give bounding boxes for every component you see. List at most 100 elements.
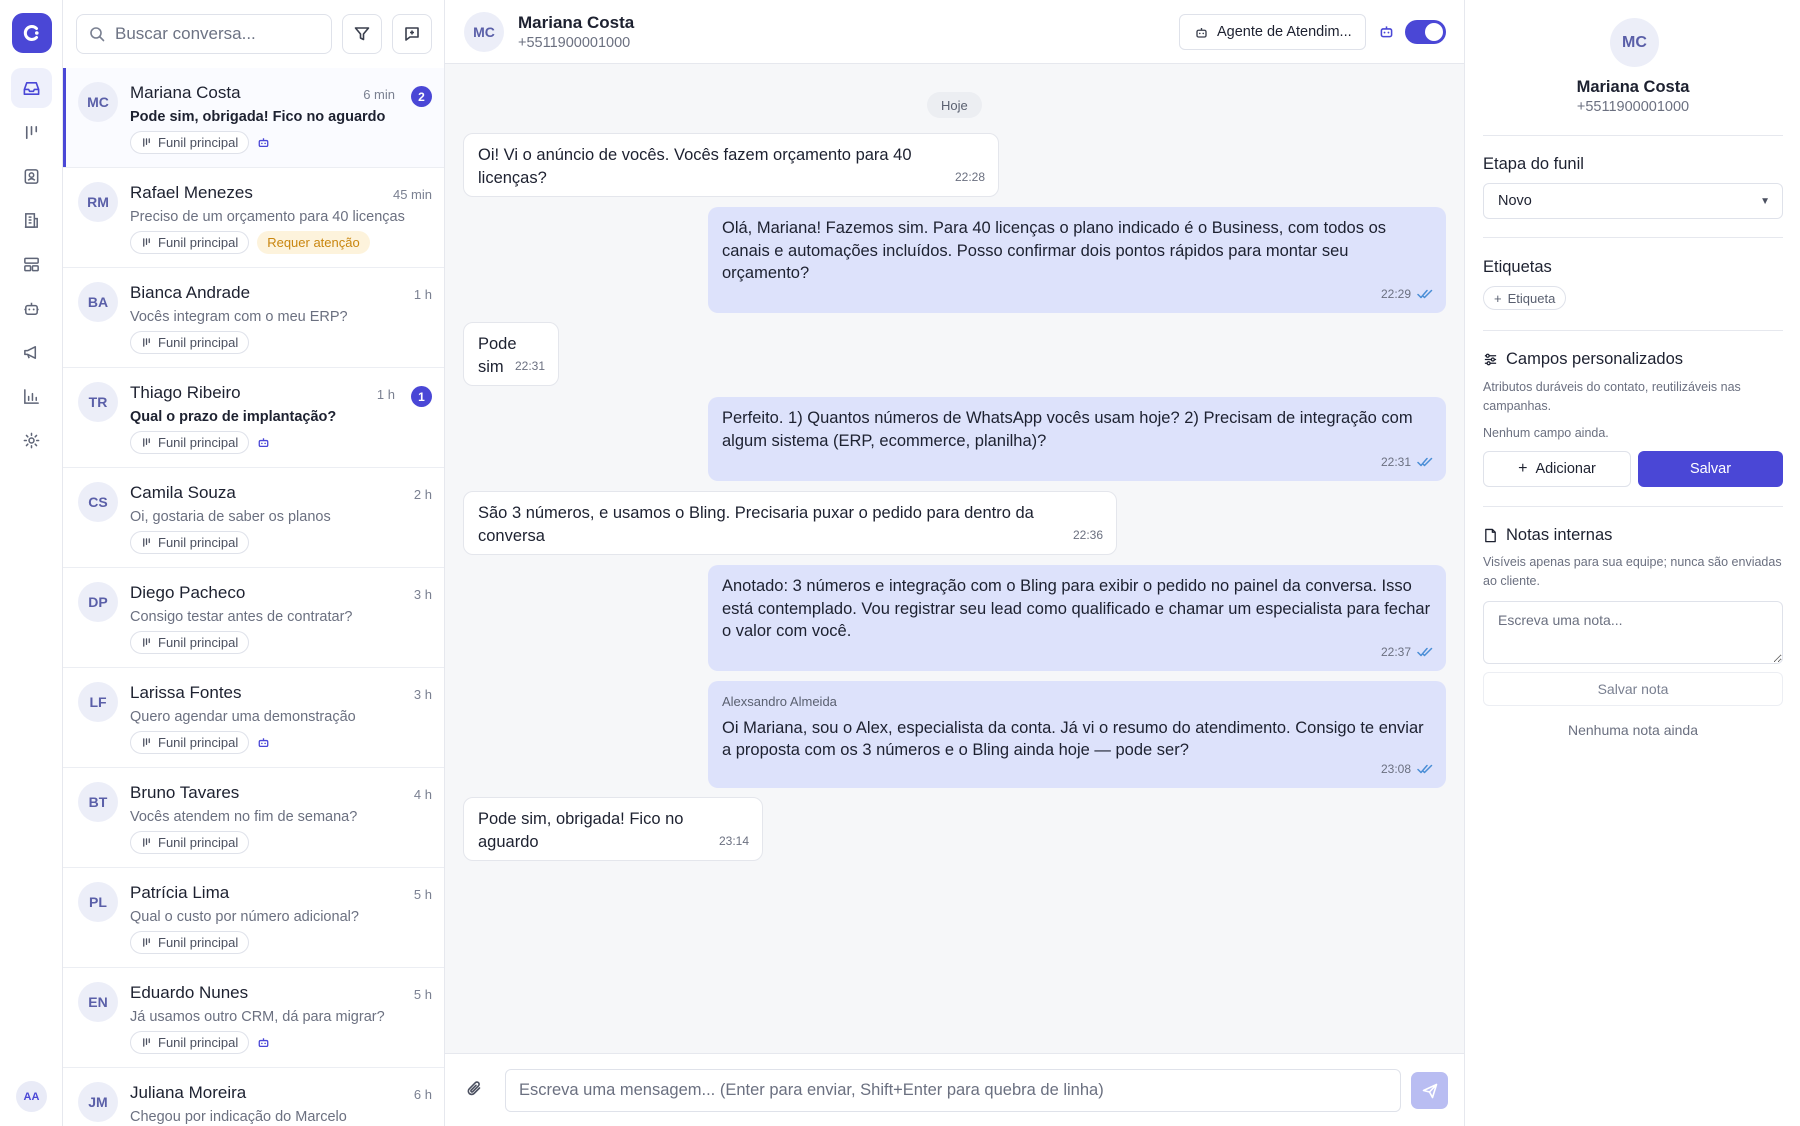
divider: [1483, 237, 1783, 238]
contact-avatar: DP: [78, 582, 118, 622]
funnel-chip[interactable]: Funil principal: [130, 831, 250, 854]
nav-bots[interactable]: [11, 288, 52, 328]
double-check-icon: [1417, 647, 1433, 656]
bot-toggle[interactable]: [1405, 20, 1446, 44]
conversation-item[interactable]: DP Diego Pacheco 3 h Consigo testar antes d…: [63, 568, 444, 668]
no-notes-text: Nenhuma nota ainda: [1568, 722, 1698, 738]
notes-header: Notas internas: [1483, 526, 1612, 545]
new-conversation-button[interactable]: [392, 14, 432, 54]
tags-title: Etiquetas: [1483, 258, 1552, 276]
conversation-item[interactable]: TR Thiago Ribeiro 1 h 1 Qual o prazo de impl…: [63, 368, 444, 468]
conversation-item[interactable]: LF Larissa Fontes 3 h Quero agendar uma dem…: [63, 668, 444, 768]
bot-icon: [257, 136, 270, 149]
bot-icon: [24, 302, 39, 315]
conversation-item[interactable]: JM Juliana Moreira 6 h Chegou por indicação…: [63, 1068, 444, 1126]
message-input[interactable]: [519, 1081, 1379, 1100]
nav-templates[interactable]: [11, 244, 52, 284]
contact-avatar: PL: [78, 882, 118, 922]
filter-button[interactable]: [342, 14, 382, 54]
conversation-time: 6 h: [413, 1087, 432, 1102]
filter-icon: [354, 27, 370, 41]
message-time: 23:08: [1380, 761, 1411, 776]
funnel-chip-label: Funil principal: [158, 535, 239, 550]
conversation-preview: Qual o prazo de implantação?: [130, 409, 337, 425]
message-meta: 23:08: [1381, 758, 1433, 781]
conversation-preview: Oi, gostaria de saber os planos: [130, 509, 331, 525]
funnel-chip[interactable]: Funil principal: [130, 631, 250, 654]
nav-settings[interactable]: [11, 420, 52, 460]
pipeline-icon: [143, 338, 150, 347]
add-field-button[interactable]: + Adicionar: [1483, 451, 1631, 487]
funnel-chip[interactable]: Funil principal: [130, 131, 250, 154]
contact-avatar[interactable]: MC: [464, 12, 504, 52]
agent-selector-button[interactable]: Agente de Atendim...: [1179, 14, 1366, 50]
chat-header: MC Mariana Costa +5511900001000 Agente d…: [445, 0, 1464, 64]
nav-reports[interactable]: [11, 376, 52, 416]
nav-inbox[interactable]: [11, 68, 52, 108]
funnel-chip[interactable]: Funil principal: [130, 1031, 250, 1054]
conversation-name: Thiago Ribeiro: [130, 383, 241, 402]
gear-icon: [23, 432, 40, 448]
send-button[interactable]: [1411, 1072, 1448, 1109]
add-tag-button[interactable]: + Etiqueta: [1483, 286, 1567, 310]
funnel-chip-label: Funil principal: [158, 235, 239, 250]
contact-avatar: JM: [78, 1082, 118, 1122]
message-time: 23:14: [718, 833, 749, 848]
conversation-item[interactable]: BT Bruno Tavares 4 h Vocês atendem no fim d…: [63, 768, 444, 868]
message-text: São 3 números, e usamos o Bling. Precisa…: [478, 504, 1034, 545]
funnel-chip[interactable]: Funil principal: [130, 931, 250, 954]
funnel-stage-select[interactable]: Novo ▼: [1483, 183, 1783, 219]
conversation-name: Bruno Tavares: [130, 783, 240, 802]
custom-fields-hint: Atributos duráveis do contato, reutilizá…: [1483, 380, 1741, 413]
conversation-list: MC Mariana Costa 6 min 2 Pode sim, obrigada!…: [63, 0, 445, 1126]
contact-name: Mariana Costa: [518, 13, 635, 32]
conversation-item[interactable]: EN Eduardo Nunes 5 h Já usamos outro CRM, d…: [63, 968, 444, 1068]
message-meta: 22:31: [1381, 451, 1433, 474]
conversation-tags: Funil principal: [130, 431, 270, 454]
conversation-name: Eduardo Nunes: [130, 983, 249, 1002]
funnel-chip[interactable]: Funil principal: [130, 531, 250, 554]
search-box: [76, 14, 332, 54]
funnel-chip[interactable]: Funil principal: [130, 731, 250, 754]
app-logo[interactable]: [12, 13, 52, 53]
nav-campaigns[interactable]: [11, 332, 52, 372]
save-fields-button[interactable]: Salvar: [1638, 451, 1783, 487]
funnel-chip-label: Funil principal: [158, 135, 239, 150]
conversation-preview: Preciso de um orçamento para 40 licenças: [130, 209, 405, 225]
conversation-item[interactable]: RM Rafael Menezes 45 min Preciso de um orça…: [63, 168, 444, 268]
attach-button[interactable]: [465, 1079, 485, 1099]
nav-companies[interactable]: [11, 200, 52, 240]
funnel-chip-label: Funil principal: [158, 935, 239, 950]
add-field-label: Adicionar: [1535, 461, 1596, 477]
plus-icon: +: [1494, 290, 1502, 306]
agent-selector-label: Agente de Atendim...: [1217, 24, 1352, 40]
pipeline-icon: [143, 738, 150, 747]
conversation-time: 3 h: [413, 687, 432, 702]
incoming-message: São 3 números, e usamos o Bling. Precisa…: [463, 491, 1117, 555]
note-input[interactable]: [1483, 601, 1783, 664]
funnel-chip[interactable]: Funil principal: [130, 331, 250, 354]
bot-status-icon: [1378, 23, 1395, 40]
contact-avatar: CS: [78, 482, 118, 522]
conversation-item[interactable]: BA Bianca Andrade 1 h Vocês integram com o …: [63, 268, 444, 368]
company-icon: [24, 212, 38, 228]
save-note-button[interactable]: Salvar nota: [1483, 672, 1783, 706]
contact-avatar: TR: [78, 382, 118, 422]
funnel-chip[interactable]: Funil principal: [130, 431, 250, 454]
conversation-item[interactable]: MC Mariana Costa 6 min 2 Pode sim, obrigada!…: [63, 68, 444, 168]
divider: [1483, 330, 1783, 331]
nav-contacts[interactable]: [11, 156, 52, 196]
conversation-item[interactable]: PL Patrícia Lima 5 h Qual o custo por númer…: [63, 868, 444, 968]
user-avatar[interactable]: AA: [16, 1081, 47, 1112]
conversation-item[interactable]: CS Camila Souza 2 h Oi, gostaria de saber o…: [63, 468, 444, 568]
unread-badge: 2: [411, 86, 432, 107]
funnel-chip[interactable]: Funil principal: [130, 231, 250, 254]
nav-pipeline[interactable]: [11, 112, 52, 152]
contact-avatar: BT: [78, 782, 118, 822]
megaphone-icon: [24, 345, 37, 359]
search-input[interactable]: [115, 24, 305, 44]
conversation-time: 3 h: [413, 587, 432, 602]
pipeline-icon: [143, 638, 150, 647]
conversation-time: 1 h: [413, 287, 432, 302]
new-message-icon: [405, 27, 419, 41]
